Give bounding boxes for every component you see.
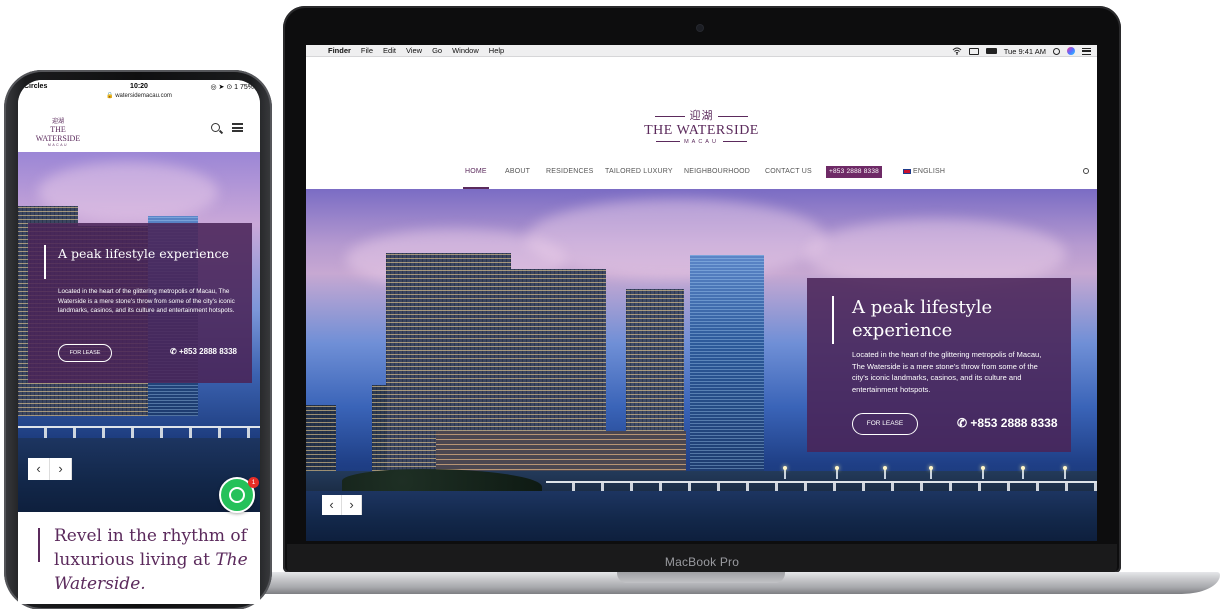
intro-heading: Revel in the rhythm of luxurious living …	[54, 524, 259, 596]
mobile-phone-number: +853 2888 8338	[178, 347, 237, 356]
mobile-logo-chinese: 迎湖	[51, 118, 64, 125]
spotlight-search-icon[interactable]	[1053, 47, 1060, 55]
mobile-prev-slide-button[interactable]: ‹	[28, 458, 50, 480]
menu-window[interactable]: Window	[452, 46, 479, 55]
mobile-intro-section: Revel in the rhythm of luxurious living …	[18, 512, 260, 604]
hero-phone-link[interactable]: ✆ +853 2888 8338	[957, 416, 1058, 430]
mobile-logo-subtitle: MACAU	[47, 143, 69, 147]
macbook-opening-notch	[617, 572, 785, 583]
nav-contact-us[interactable]: CONTACT US	[765, 168, 812, 175]
mobile-for-lease-button[interactable]: FOR LEASE	[58, 344, 112, 362]
hamburger-menu-icon[interactable]	[232, 123, 243, 132]
mobile-logo-wordmark: THE WATERSIDE	[35, 125, 81, 143]
mobile-hero: A peak lifestyle experience Located in t…	[18, 152, 260, 512]
mobile-next-slide-button[interactable]: ›	[50, 458, 72, 480]
mobile-phone-link[interactable]: ✆ +853 2888 8338	[170, 347, 237, 356]
menu-edit[interactable]: Edit	[383, 46, 396, 55]
siri-icon[interactable]	[1067, 47, 1075, 55]
status-indicators: ◎ ➤ ⊙ 1 75%	[210, 84, 254, 91]
mobile-card-accent-bar	[44, 245, 46, 279]
building	[306, 405, 336, 475]
search-icon[interactable]	[1083, 168, 1089, 174]
mobile-hero-title: A peak lifestyle experience	[58, 246, 229, 261]
hero-title: A peak lifestyle experience	[852, 297, 993, 341]
next-slide-button[interactable]: ›	[342, 495, 362, 515]
hero-body: Located in the heart of the glittering m…	[852, 350, 1042, 394]
main-nav: HOME ABOUT RESIDENCES TAILORED LUXURY NE…	[306, 166, 1097, 180]
hero-phone-number: +853 2888 8338	[970, 416, 1058, 430]
whatsapp-button[interactable]: 1	[219, 477, 259, 513]
street-lamp	[929, 466, 933, 479]
nav-about[interactable]: ABOUT	[505, 168, 530, 175]
mobile-hero-body: Located in the heart of the glittering m…	[58, 288, 235, 314]
wifi-icon[interactable]	[952, 47, 962, 55]
menu-help[interactable]: Help	[489, 46, 504, 55]
control-center-icon[interactable]	[1082, 47, 1091, 55]
phone-icon: ✆	[170, 347, 177, 356]
camera-icon	[697, 25, 703, 31]
logo-subtitle: MACAU	[684, 139, 719, 145]
nav-language[interactable]: ENGLISH	[903, 168, 945, 175]
hero-card-accent-bar	[832, 296, 834, 344]
street-lamp	[1063, 466, 1067, 479]
site-logo[interactable]: 迎湖 THE WATERSIDE MACAU	[306, 107, 1097, 145]
phone-icon: ✆	[957, 416, 968, 430]
lock-icon: 🔒	[106, 93, 114, 99]
notification-badge: 1	[248, 477, 259, 488]
menu-file[interactable]: File	[361, 46, 373, 55]
street-lamp	[883, 466, 887, 479]
nav-language-label: ENGLISH	[913, 168, 946, 175]
street-lamp	[1021, 466, 1025, 479]
mobile-slider-arrows: ‹ ›	[28, 458, 72, 480]
mobile-hero-card: A peak lifestyle experience Located in t…	[28, 223, 252, 383]
macos-menu-bar: Finder File Edit View Go Window Help Tue…	[306, 45, 1097, 57]
nav-home[interactable]: HOME	[465, 168, 487, 175]
nav-tailored-luxury[interactable]: TAILORED LUXURY	[605, 168, 673, 175]
water	[306, 491, 1097, 541]
nav-residences[interactable]: RESIDENCES	[546, 168, 594, 175]
street-lamp	[981, 466, 985, 479]
logo-wordmark: THE WATERSIDE	[644, 123, 759, 138]
product-mockup-stage: Finder File Edit View Go Window Help Tue…	[0, 0, 1222, 609]
prev-slide-button[interactable]: ‹	[322, 495, 342, 515]
hero-slider: A peak lifestyle experience Located in t…	[306, 189, 1097, 541]
intro-accent-bar	[38, 528, 40, 562]
street-lamp	[835, 466, 839, 479]
nav-neighbourhood[interactable]: NEIGHBOURHOOD	[684, 168, 750, 175]
mobile-search-icon[interactable]	[211, 123, 220, 132]
menu-finder[interactable]: Finder	[328, 46, 351, 55]
mobile-logo[interactable]: 迎湖 THE WATERSIDE MACAU	[28, 116, 88, 147]
iphone-screen: Circles 10:20 ◎ ➤ ⊙ 1 75% 🔒 watersidemac…	[18, 80, 260, 604]
for-lease-button[interactable]: FOR LEASE	[852, 413, 918, 435]
url-text: watersidemacau.com	[115, 93, 172, 99]
hero-card: A peak lifestyle experience Located in t…	[807, 278, 1071, 452]
mobile-site-header: 迎湖 THE WATERSIDE MACAU	[18, 100, 260, 152]
street-lamp	[783, 466, 787, 479]
whatsapp-icon	[229, 487, 245, 503]
menu-go[interactable]: Go	[432, 46, 442, 55]
podium-building	[436, 431, 686, 475]
battery-icon[interactable]	[985, 48, 997, 54]
slider-arrows: ‹ ›	[322, 495, 362, 515]
address-bar[interactable]: 🔒 watersidemacau.com	[18, 92, 260, 99]
menu-bar-extras: Tue 9:41 AM	[952, 45, 1091, 57]
menu-bar-clock[interactable]: Tue 9:41 AM	[1004, 47, 1046, 56]
building-glass-tower	[690, 255, 764, 475]
uk-flag-icon	[903, 168, 911, 174]
menu-view[interactable]: View	[406, 46, 422, 55]
logo-chinese: 迎湖	[689, 109, 714, 122]
nav-phone-button[interactable]: +853 2888 8338	[826, 166, 882, 178]
macbook-label: MacBook Pro	[664, 555, 740, 569]
iphone-status-bar: Circles 10:20 ◎ ➤ ⊙ 1 75% 🔒 watersidemac…	[18, 80, 260, 100]
airplay-icon[interactable]	[968, 47, 979, 55]
hero-cloud	[526, 199, 826, 279]
macbook-screen: Finder File Edit View Go Window Help Tue…	[306, 45, 1097, 541]
